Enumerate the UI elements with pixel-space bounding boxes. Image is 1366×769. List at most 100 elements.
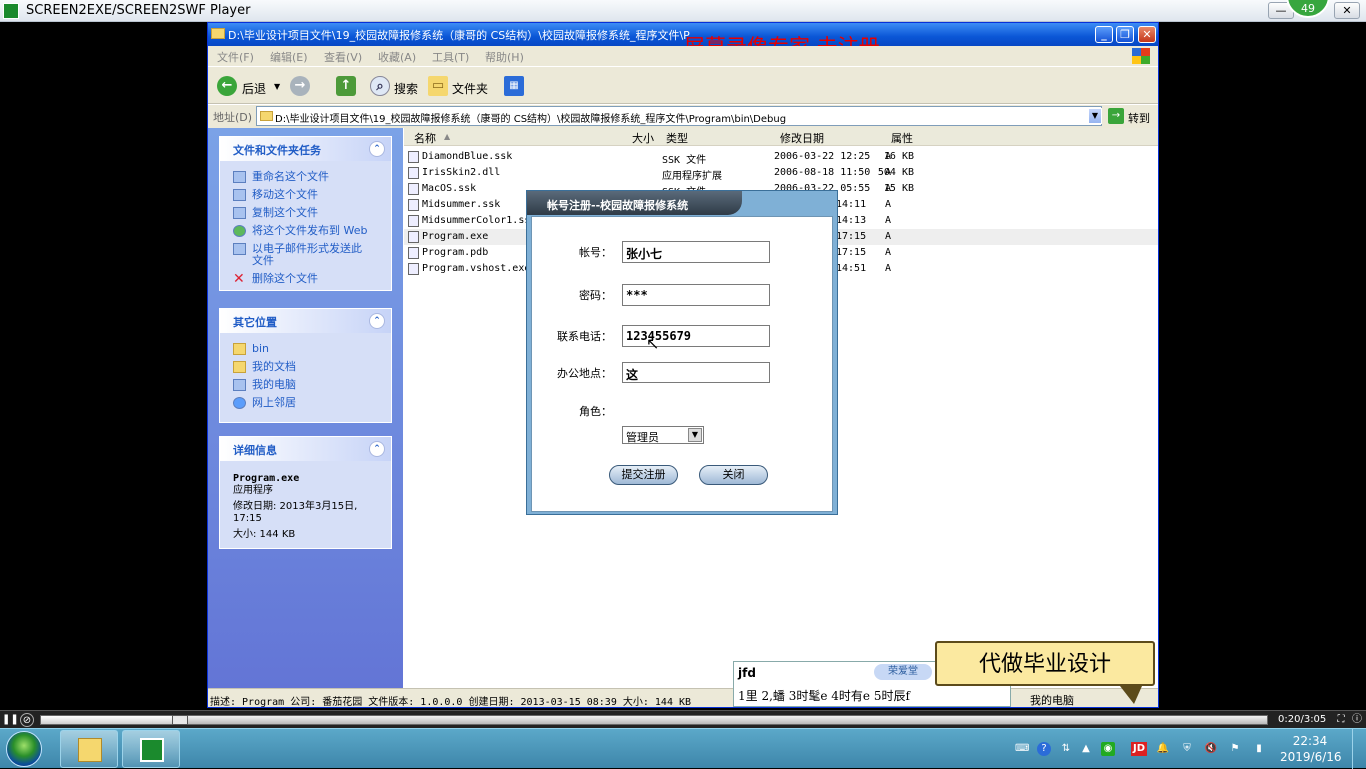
chevron-down-icon[interactable]: ▼: [688, 428, 702, 442]
search-icon[interactable]: ⌕: [370, 76, 390, 96]
search-button[interactable]: 搜索: [394, 80, 418, 97]
help-icon[interactable]: ?: [1037, 742, 1051, 756]
fullscreen-icon[interactable]: ⛶: [1334, 713, 1348, 727]
other-places-header[interactable]: 其它位置 ⌃: [220, 309, 391, 333]
player-close-button[interactable]: ✕: [1334, 2, 1360, 19]
info-icon[interactable]: ⓘ: [1350, 713, 1364, 727]
place-network[interactable]: 网上邻居: [220, 397, 391, 409]
column-type[interactable]: 类型: [666, 130, 688, 146]
back-dropdown-icon[interactable]: ▼: [274, 82, 280, 91]
flag-icon[interactable]: ⚑: [1228, 742, 1242, 756]
column-date[interactable]: 修改日期: [780, 130, 824, 146]
file-tasks-title: 文件和文件夹任务: [233, 144, 321, 157]
other-places-panel: 其它位置 ⌃ bin 我的文档 我的电脑 网上邻居: [219, 308, 392, 423]
address-label: 地址(D): [213, 111, 253, 124]
task-label: 将这个文件发布到 Web: [252, 224, 368, 237]
back-arrow-icon[interactable]: ←: [217, 76, 237, 96]
show-hidden-icons-icon[interactable]: ▲: [1079, 742, 1093, 756]
player-title: SCREEN2EXE/SCREEN2SWF Player: [26, 3, 251, 18]
explorer-close-button[interactable]: ✕: [1138, 26, 1156, 43]
task-pane: 文件和文件夹任务 ⌃ 重命名这个文件 移动这个文件 复制这个文件 将这个文件发布…: [208, 128, 403, 688]
pause-icon[interactable]: ❚❚: [2, 713, 19, 727]
start-button[interactable]: [6, 731, 42, 767]
explorer-restore-button[interactable]: ❐: [1116, 26, 1134, 43]
go-button[interactable]: → 转到: [1108, 108, 1158, 126]
submit-register-button[interactable]: 提交注册: [609, 465, 678, 485]
place-my-computer[interactable]: 我的电脑: [220, 379, 391, 391]
file-tasks-header[interactable]: 文件和文件夹任务 ⌃: [220, 137, 391, 161]
file-attr: A: [885, 263, 892, 274]
menu-edit[interactable]: 编辑(E): [270, 49, 308, 65]
ime-candidates[interactable]: 1里 2,蟠 3时髦e 4时有e 5时辰f: [738, 687, 910, 704]
notification-bell-icon[interactable]: 🔔: [1156, 742, 1170, 756]
task-publish-web[interactable]: 将这个文件发布到 Web: [220, 225, 391, 237]
office-input[interactable]: 这: [622, 362, 770, 383]
network-monitor-icon[interactable]: ◉: [1101, 742, 1115, 756]
address-dropdown-icon[interactable]: ▼: [1088, 108, 1102, 124]
column-size[interactable]: 大小: [632, 130, 654, 146]
back-button[interactable]: 后退: [242, 80, 266, 97]
forward-arrow-icon[interactable]: →: [290, 76, 310, 96]
collapse-chevron-icon[interactable]: ⌃: [369, 441, 385, 457]
file-row[interactable]: DiamondBlue.ssk 16 KB SSK 文件 2006-03-22 12:…: [404, 149, 1158, 166]
role-select[interactable]: 管理员 ▼: [622, 426, 704, 444]
file-size: 504 KB: [877, 167, 914, 178]
volume-muted-icon[interactable]: 🔇: [1204, 742, 1218, 756]
progress-thumb[interactable]: [171, 715, 188, 725]
file-name: IrisSkin2.dll: [422, 167, 501, 178]
email-icon: [233, 243, 246, 255]
taskbar-player-button[interactable]: [122, 730, 180, 768]
close-dialog-button[interactable]: 关闭: [699, 465, 768, 485]
file-icon: [408, 231, 419, 243]
menu-help[interactable]: 帮助(H): [485, 49, 524, 65]
details-header[interactable]: 详细信息 ⌃: [220, 437, 391, 461]
jd-icon[interactable]: JD: [1131, 742, 1147, 756]
account-input[interactable]: 张小七: [622, 241, 770, 263]
menu-favorites[interactable]: 收藏(A): [378, 49, 416, 65]
explorer-titlebar: D:\毕业设计项目文件\19_校园故障报修系统（康哥的 CS结构）\校园故障报修…: [208, 23, 1158, 46]
file-date: 2006-03-22 12:25: [774, 151, 871, 162]
signal-icon[interactable]: ▮: [1252, 742, 1266, 756]
security-icon[interactable]: ⛨: [1180, 742, 1194, 756]
ime-composition: jfd: [738, 666, 756, 680]
views-icon[interactable]: ▦: [504, 76, 524, 96]
place-my-documents[interactable]: 我的文档: [220, 361, 391, 373]
phone-input[interactable]: 123455679: [622, 325, 770, 347]
column-attr[interactable]: 属性: [891, 130, 913, 146]
tray-arrows-icon[interactable]: ⇅: [1059, 742, 1073, 756]
collapse-chevron-icon[interactable]: ⌃: [369, 313, 385, 329]
file-icon: [408, 199, 419, 211]
player-app-icon: [3, 3, 19, 19]
task-copy[interactable]: 复制这个文件: [220, 207, 391, 219]
task-move[interactable]: 移动这个文件: [220, 189, 391, 201]
up-folder-icon[interactable]: ↑: [336, 76, 356, 96]
menu-view[interactable]: 查看(V): [324, 49, 362, 65]
stop-icon[interactable]: ⊘: [20, 713, 34, 727]
folders-button[interactable]: 文件夹: [452, 80, 488, 97]
taskbar-explorer-button[interactable]: [60, 730, 118, 768]
column-name[interactable]: 名称: [414, 130, 436, 146]
progress-track[interactable]: [40, 715, 1268, 725]
globe-icon: [233, 225, 246, 237]
place-bin[interactable]: bin: [220, 343, 391, 355]
show-desktop-button[interactable]: [1352, 729, 1366, 769]
address-input[interactable]: D:\毕业设计项目文件\19_校园故障报修系统（康哥的 CS结构）\校园故障报修…: [256, 106, 1102, 126]
file-icon: [408, 215, 419, 227]
password-input[interactable]: ***: [622, 284, 770, 306]
explorer-minimize-button[interactable]: _: [1095, 26, 1113, 43]
folders-icon[interactable]: ▭: [428, 76, 448, 96]
clock[interactable]: 22:34 2019/6/16: [1280, 733, 1342, 765]
file-attr: A: [885, 247, 892, 258]
ime-skin-button[interactable]: 荣爱堂: [874, 664, 932, 680]
menu-tools[interactable]: 工具(T): [432, 49, 469, 65]
move-icon: [233, 189, 246, 201]
task-delete[interactable]: ✕ 删除这个文件: [220, 272, 391, 286]
task-email[interactable]: 以电子邮件形式发送此文件: [220, 243, 370, 267]
sort-ascending-icon: ▲: [444, 132, 451, 141]
task-rename[interactable]: 重命名这个文件: [220, 171, 391, 183]
menu-file[interactable]: 文件(F): [217, 49, 254, 65]
keyboard-icon[interactable]: ⌨: [1015, 742, 1029, 756]
collapse-chevron-icon[interactable]: ⌃: [369, 141, 385, 157]
file-date: 14:51: [836, 263, 867, 274]
file-row[interactable]: IrisSkin2.dll 504 KB 应用程序扩展 2006-08-18 11:5…: [404, 165, 1158, 182]
